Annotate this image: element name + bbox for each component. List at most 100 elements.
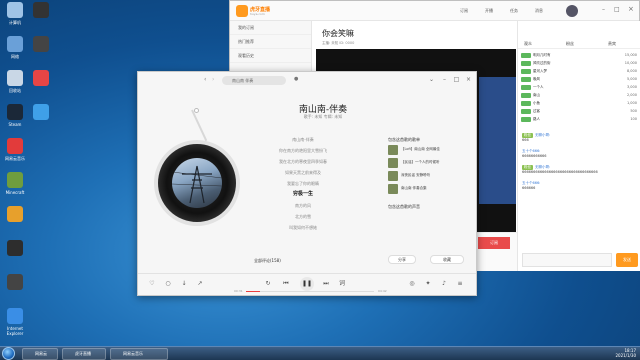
search-input[interactable]: 南山南 伴奏 xyxy=(222,76,286,85)
user-avatar[interactable] xyxy=(566,5,578,17)
effect-icon[interactable]: ✦ xyxy=(424,280,432,288)
top-link-broadcast[interactable]: 开播 xyxy=(485,8,493,14)
desktop-icon[interactable] xyxy=(2,240,28,258)
send-button[interactable]: 发送 xyxy=(616,253,638,267)
lyric-line: 你在南方的艳阳里大雪纷飞 xyxy=(279,148,327,153)
playlist-item[interactable]: 【民谣】一个人的时候听 xyxy=(388,157,468,169)
chat-nick[interactable]: 无聊小哥: xyxy=(535,133,550,137)
desktop-icon[interactable]: 回收站 xyxy=(2,70,28,93)
current-time: 00:31 xyxy=(234,289,243,293)
taskbar-app[interactable]: 网易云音乐 xyxy=(110,348,168,360)
collect-button[interactable]: 收藏 xyxy=(430,255,464,264)
desktop-icon[interactable] xyxy=(28,2,54,20)
maximize-icon[interactable]: □ xyxy=(614,6,620,13)
rank-row[interactable]: 路人 100 xyxy=(521,115,639,123)
app-icon xyxy=(7,36,23,52)
back-icon[interactable]: ‹ xyxy=(204,76,206,83)
close-icon[interactable]: × xyxy=(628,5,634,13)
playlist-item[interactable]: 南山南 伴奏合集 xyxy=(388,183,468,195)
maximize-icon[interactable]: □ xyxy=(453,76,460,83)
tab-audience[interactable]: 观众 xyxy=(524,41,532,47)
collapse-icon[interactable]: ⌄ xyxy=(428,76,435,83)
desktop-icon[interactable] xyxy=(28,70,54,88)
forward-icon[interactable]: › xyxy=(212,76,214,83)
share-button[interactable]: 分享 xyxy=(388,255,416,264)
playlist-icon[interactable]: ≡ xyxy=(456,280,464,288)
recommend-header: 包含这首歌的歌单 xyxy=(388,137,420,142)
top-link-messages[interactable]: 消息 xyxy=(535,8,543,14)
chat-nick[interactable]: 五十个666: xyxy=(522,181,540,185)
top-link-subscribe[interactable]: 订阅 xyxy=(460,8,468,14)
previous-icon[interactable]: ⏮ xyxy=(282,280,290,288)
top-link-tasks[interactable]: 任务 xyxy=(510,8,518,14)
tab-fans[interactable]: 粉丝 xyxy=(566,41,574,47)
comments-link[interactable]: 全部评论(158) xyxy=(254,258,281,264)
loop-icon[interactable]: ↻ xyxy=(264,280,272,288)
playlist-item[interactable]: 深夜民谣 安静聆听 xyxy=(388,170,468,182)
chat-text: 66666666666 xyxy=(522,154,547,158)
rank-row[interactable]: 过客 500 xyxy=(521,107,639,115)
rank-row[interactable]: 晚风 5,000 xyxy=(521,75,639,83)
app-icon xyxy=(33,2,49,18)
taskbar-app[interactable]: 虎牙直播 xyxy=(62,348,106,360)
music-player-window: ‹ › 南山南 伴奏 ● ⌄ – □ × 南山南-伴奏 歌手: 未知 专辑: 未… xyxy=(137,71,477,296)
desktop-icon[interactable]: 计算机 xyxy=(2,2,28,25)
desktop-icon[interactable]: 网络 xyxy=(2,36,28,59)
quality-icon[interactable]: ◎ xyxy=(408,280,416,288)
rank-row[interactable]: 南山 2,000 xyxy=(521,91,639,99)
desktop-icon[interactable] xyxy=(28,36,54,54)
level-badge xyxy=(521,52,531,58)
playlist-item[interactable]: 【Lofi】南山南 全网最佳 xyxy=(388,144,468,156)
desktop-icon-label: 回收站 xyxy=(9,88,21,93)
comment-icon[interactable]: ○ xyxy=(164,280,172,288)
chat-nick[interactable]: 无聊小哥: xyxy=(535,165,550,169)
subscribe-button[interactable]: 订阅 xyxy=(478,237,510,249)
playlist-title: 【民谣】一个人的时候听 xyxy=(401,160,440,164)
minimize-icon[interactable]: – xyxy=(602,6,605,13)
rank-row[interactable]: 一个人 3,000 xyxy=(521,83,639,91)
rank-row[interactable]: 星河入梦 8,000 xyxy=(521,67,639,75)
lyric-icon[interactable]: 词 xyxy=(338,280,346,288)
next-icon[interactable]: ⏭ xyxy=(322,280,330,288)
chat-input[interactable] xyxy=(522,253,612,267)
sidebar-item[interactable]: 观看历史 xyxy=(230,49,311,63)
volume-icon[interactable]: ♪ xyxy=(440,280,448,288)
close-icon[interactable]: × xyxy=(465,76,472,83)
minimize-icon[interactable]: – xyxy=(441,76,448,83)
rank-row[interactable]: 小鱼 1,000 xyxy=(521,99,639,107)
power-tower-image xyxy=(172,165,222,204)
level-badge xyxy=(521,100,531,106)
system-tray[interactable]: 18:17 2021/1/30 xyxy=(615,348,636,358)
app-icon xyxy=(33,36,49,52)
pause-button[interactable]: ❚❚ xyxy=(300,277,314,291)
rank-score: 500 xyxy=(630,109,637,113)
desktop-icon[interactable]: Steam xyxy=(2,104,28,127)
playlist-title: 南山南 伴奏合集 xyxy=(401,186,427,190)
rank-score: 10,000 xyxy=(624,61,637,65)
chat-nick[interactable]: 五十个666: xyxy=(522,149,540,153)
like-icon[interactable]: ♡ xyxy=(148,280,156,288)
live-logo[interactable]: 虎牙直播 huya.com xyxy=(236,5,280,17)
chat-message: 五十个666: 66666666666 xyxy=(522,149,638,159)
desktop-icon[interactable] xyxy=(2,206,28,224)
desktop-icon[interactable]: Internet Explorer xyxy=(2,308,28,336)
share-icon[interactable]: ↗ xyxy=(196,280,204,288)
rank-row[interactable]: 风吹过的街 10,000 xyxy=(521,59,639,67)
playlist-thumb xyxy=(388,171,398,181)
start-button[interactable] xyxy=(2,347,15,360)
progress-bar[interactable] xyxy=(246,291,374,292)
download-icon[interactable]: ↓ xyxy=(180,280,188,288)
desktop-icon[interactable] xyxy=(28,104,54,122)
rank-row[interactable]: 明月几时有 15,000 xyxy=(521,51,639,59)
desktop-icon[interactable]: Minecraft xyxy=(2,172,28,195)
mic-icon[interactable]: ● xyxy=(294,76,298,82)
sidebar-item[interactable]: 我的订阅 xyxy=(230,21,311,35)
app-icon xyxy=(7,138,23,154)
tab-vip[interactable]: 贵宾 xyxy=(608,41,616,47)
sidebar-item[interactable]: 热门推荐 xyxy=(230,35,311,49)
room-title: 你会笑嘛 xyxy=(322,29,354,38)
desktop-icon[interactable]: 网易云音乐 xyxy=(2,138,28,161)
desktop-icon[interactable] xyxy=(2,274,28,292)
taskbar-app[interactable]: 网易云 xyxy=(22,348,58,360)
chat-text: 666 xyxy=(522,138,529,142)
